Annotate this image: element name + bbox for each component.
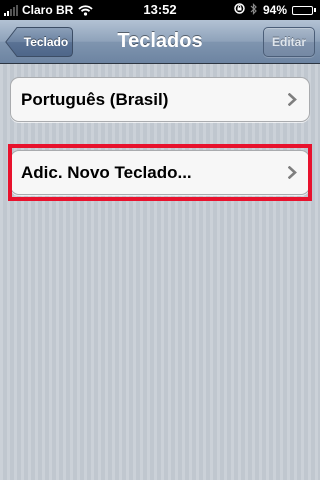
highlight-box — [8, 144, 312, 201]
keyboard-list-item[interactable]: Português (Brasil) — [10, 77, 310, 122]
bluetooth-icon — [250, 2, 258, 18]
edit-button[interactable]: Editar — [263, 27, 315, 57]
lock-rotation-icon — [234, 3, 245, 17]
status-bar: Claro BR 13:52 94% — [0, 0, 320, 20]
battery-percent: 94% — [262, 3, 287, 17]
battery-icon — [292, 5, 316, 15]
keyboard-label: Português (Brasil) — [21, 90, 169, 109]
chevron-right-icon — [288, 93, 297, 106]
navigation-bar: Teclado Teclados Editar — [0, 20, 320, 64]
status-right: 94% — [234, 0, 316, 20]
